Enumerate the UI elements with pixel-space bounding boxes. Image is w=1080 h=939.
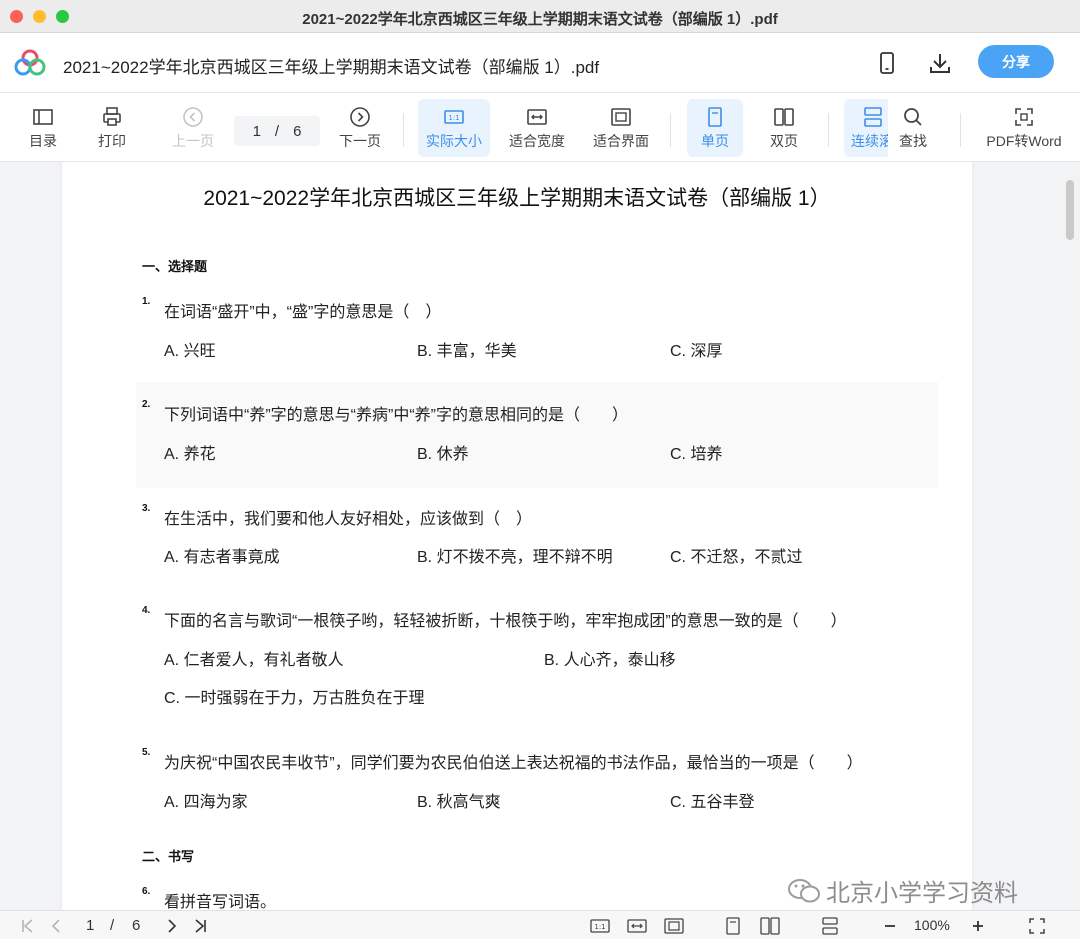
actual-size-icon: 1:1 [444, 110, 464, 124]
vertical-scrollbar[interactable] [1066, 180, 1074, 240]
printer-icon [103, 107, 121, 126]
single-page-button[interactable]: 单页 [687, 99, 743, 157]
search-icon [904, 108, 922, 126]
toolbar-divider [960, 113, 961, 147]
option: A. 兴旺 [164, 343, 216, 360]
option: C. 一时强弱在于力，万古胜负在于理 [164, 690, 425, 707]
double-page-icon[interactable] [760, 916, 780, 936]
double-page-button[interactable]: 双页 [757, 99, 811, 157]
toolbar: 目录 打印 上一页 1 / 6 下一页 1:1 实际大小 适合宽度 适合界面 单… [0, 93, 1080, 162]
download-icon[interactable] [926, 49, 954, 77]
continuous-scroll-icon[interactable] [820, 916, 840, 936]
wechat-icon [788, 878, 820, 902]
single-page-icon [708, 107, 722, 127]
prev-page-icon[interactable] [47, 916, 67, 936]
window-titlebar: 2021~2022学年北京西城区三年级上学期期末语文试卷（部编版 1）.pdf [0, 0, 1080, 33]
option: C. 不迁怒，不贰过 [670, 549, 803, 566]
fit-page-icon[interactable] [664, 916, 684, 936]
convert-icon [1015, 108, 1033, 126]
doc-title: 2021~2022学年北京西城区三年级上学期期末语文试卷（部编版 1）.pdf [63, 58, 600, 77]
fit-page-icon [611, 108, 631, 126]
option: C. 深厚 [670, 343, 723, 360]
toolbar-divider [403, 113, 404, 147]
sidebar-icon [33, 109, 53, 125]
document-viewer[interactable]: 2021~2022学年北京西城区三年级上学期期末语文试卷（部编版 1） 一、选择… [0, 162, 1080, 910]
question-highlight [136, 382, 938, 488]
status-bar: 1 / 6 1:1 100% [0, 910, 1080, 939]
watermark: 北京小学学习资料 [786, 873, 1018, 908]
next-page-icon[interactable] [161, 916, 181, 936]
svg-text:1:1: 1:1 [448, 114, 459, 122]
svg-text:1:1: 1:1 [594, 923, 605, 931]
option: B. 灯不拨不亮，理不辩不明 [417, 549, 613, 566]
zoom-in-icon[interactable] [968, 916, 988, 936]
zoom-out-icon[interactable] [880, 916, 900, 936]
last-page-icon[interactable] [190, 916, 210, 936]
section-heading: 二、书写 [142, 849, 195, 864]
option: B. 秋高气爽 [417, 794, 501, 811]
fullscreen-icon[interactable] [1027, 916, 1047, 936]
option: B. 休养 [417, 446, 469, 463]
status-total-pages: 6 [132, 917, 141, 934]
window-title: 2021~2022学年北京西城区三年级上学期期末语文试卷（部编版 1）.pdf [302, 11, 778, 28]
zoom-level[interactable]: 100% [914, 917, 950, 933]
option: B. 人心齐，泰山移 [544, 652, 676, 669]
fit-width-icon[interactable] [627, 916, 647, 936]
status-page-sep: / [110, 917, 115, 934]
page-number-input[interactable]: 1 / 6 [234, 116, 320, 146]
option: C. 五谷丰登 [670, 794, 755, 811]
toc-button[interactable]: 目录 [20, 99, 66, 157]
option: B. 丰富，华美 [417, 343, 517, 360]
continuous-scroll-icon [864, 107, 882, 127]
chevron-right-circle-icon [350, 107, 370, 127]
actual-size-icon[interactable]: 1:1 [590, 916, 610, 936]
app-header: 2021~2022学年北京西城区三年级上学期期末语文试卷（部编版 1）.pdf … [0, 33, 1080, 93]
chevron-left-circle-icon [183, 107, 203, 127]
fit-width-button[interactable]: 适合宽度 [503, 99, 571, 157]
option: A. 养花 [164, 446, 216, 463]
status-current-page[interactable]: 1 [86, 917, 94, 934]
option: C. 培养 [670, 446, 723, 463]
first-page-icon[interactable] [18, 916, 38, 936]
actual-size-button[interactable]: 1:1 实际大小 [418, 99, 490, 157]
continuous-scroll-button[interactable]: 连续滚 [844, 99, 888, 157]
pdf-page: 2021~2022学年北京西城区三年级上学期期末语文试卷（部编版 1） 一、选择… [62, 162, 972, 910]
toolbar-divider [828, 113, 829, 147]
single-page-icon[interactable] [723, 916, 743, 936]
toolbar-divider [670, 113, 671, 147]
share-button[interactable]: 分享 [978, 45, 1054, 78]
print-button[interactable]: 打印 [89, 99, 135, 157]
fit-width-icon [527, 109, 547, 125]
option: A. 仁者爱人，有礼者敬人 [164, 652, 344, 669]
option: A. 四海为家 [164, 794, 248, 811]
pdf-to-word-button[interactable]: PDF转Word [984, 99, 1064, 157]
next-page-button[interactable]: 下一页 [333, 99, 387, 157]
fit-page-button[interactable]: 适合界面 [587, 99, 655, 157]
page-title: 2021~2022学年北京西城区三年级上学期期末语文试卷（部编版 1） [203, 187, 831, 210]
section-heading: 一、选择题 [142, 259, 208, 274]
prev-page-button[interactable]: 上一页 [166, 99, 220, 157]
option: A. 有志者事竟成 [164, 549, 280, 566]
app-logo-icon [14, 49, 46, 76]
phone-icon[interactable] [873, 49, 901, 77]
find-button[interactable]: 查找 [890, 99, 936, 157]
double-page-icon [774, 108, 794, 126]
